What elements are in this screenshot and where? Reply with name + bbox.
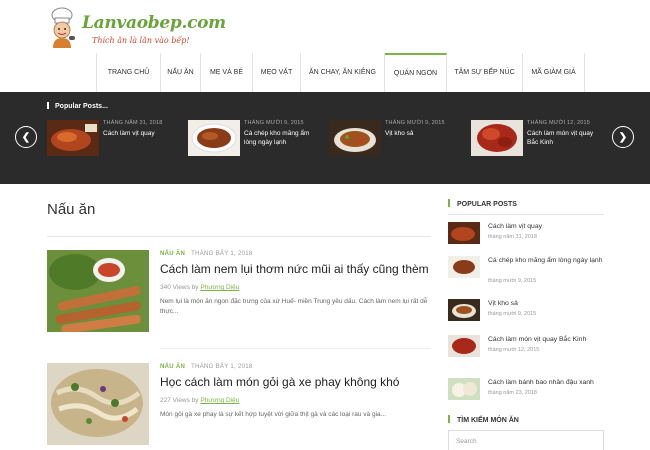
slide-title[interactable]: Cá chép kho măng ẩm lòng ngày lạnh bbox=[244, 129, 314, 147]
post-excerpt: Nem lụi là món ăn ngon đặc trưng của xứ … bbox=[160, 298, 428, 315]
post-category[interactable]: NẤU ĂN bbox=[160, 364, 185, 370]
post-by: by bbox=[191, 397, 199, 404]
sidebar-post-title[interactable]: Cách làm món vịt quay Bắc Kinh bbox=[488, 335, 604, 344]
slide-date: THÁNG MƯỜI 9, 2015 bbox=[385, 120, 445, 126]
slide-date: THÁNG MƯỜI 12, 2015 bbox=[527, 120, 591, 126]
site-title[interactable]: Lanvaobep.com bbox=[82, 13, 226, 33]
slide-title[interactable]: Cách làm món vịt quay Bắc Kinh bbox=[527, 129, 597, 147]
divider bbox=[448, 214, 604, 215]
site-tagline: Thích ăn là lăn vào bếp! bbox=[92, 36, 190, 45]
search-input[interactable] bbox=[448, 430, 604, 450]
nav-item-ma-giam-gia[interactable]: MÃ GIẢM GIÁ bbox=[523, 53, 585, 92]
slide-date: THÁNG MƯỜI 9, 2015 bbox=[244, 120, 304, 126]
post-stats: 227 Views by Phương Diệu bbox=[160, 397, 239, 404]
sidebar-post-item[interactable]: Cách làm vịt quay tháng năm 31, 2018 bbox=[448, 222, 604, 256]
nav-item-meo-vat[interactable]: MẸO VẶT bbox=[253, 53, 301, 92]
sidebar-post-date: tháng năm 31, 2018 bbox=[488, 234, 537, 240]
braised-fish-thumbnail[interactable] bbox=[448, 256, 480, 278]
search-heading: TÌM KIẾM MÓN ĂN bbox=[448, 415, 519, 424]
post-author[interactable]: Phương Diệu bbox=[200, 397, 239, 404]
sidebar-post-date: tháng năm 23, 2018 bbox=[488, 390, 537, 396]
sidebar-post-title[interactable]: Cách làm vịt quay bbox=[488, 222, 604, 231]
nav-item-an-chay[interactable]: ĂN CHAY, ĂN KIÊNG bbox=[301, 53, 385, 92]
post-excerpt: Món gỏi gà xe phay là sự kết hợp tuyệt v… bbox=[160, 411, 387, 418]
duck-lemongrass-thumbnail[interactable] bbox=[329, 120, 381, 156]
post-date: THÁNG BẢY 1, 2018 bbox=[191, 251, 253, 257]
popular-posts-slider: Popular Posts... ❮ ❯ THÁNG NĂM 31, 2018 … bbox=[0, 92, 650, 184]
chef-logo-icon[interactable] bbox=[47, 6, 77, 48]
braised-fish-thumbnail[interactable] bbox=[188, 120, 240, 156]
post-author[interactable]: Phương Diệu bbox=[200, 284, 239, 291]
main-nav: TRANG CHỦ NẤU ĂN MẸ VÀ BÉ MẸO VẶT ĂN CHA… bbox=[96, 53, 585, 92]
sidebar-post-title[interactable]: Vịt kho sả bbox=[488, 299, 604, 308]
steamed-bun-thumbnail[interactable] bbox=[448, 378, 480, 400]
sidebar-post-item[interactable]: Cá chép kho măng ẩm lòng ngày lạnh tháng… bbox=[448, 256, 604, 290]
nav-item-trang-chu[interactable]: TRANG CHỦ bbox=[97, 53, 161, 92]
slide-title[interactable]: Vịt kho sả bbox=[385, 129, 455, 138]
site-header: Lanvaobep.com Thích ăn là lăn vào bếp! bbox=[0, 0, 650, 52]
duck-lemongrass-thumbnail[interactable] bbox=[448, 299, 480, 321]
post-category[interactable]: NẤU ĂN bbox=[160, 251, 185, 257]
sidebar-post-date: tháng mười 9, 2015 bbox=[488, 278, 537, 284]
page-title: Nấu ăn bbox=[47, 201, 96, 218]
post-views: 227 Views bbox=[160, 397, 190, 404]
nav-item-nau-an[interactable]: NẤU ĂN bbox=[161, 53, 201, 92]
sidebar-post-item[interactable]: Vịt kho sả tháng mười 9, 2015 bbox=[448, 299, 604, 333]
post-meta: NẤU ĂN THÁNG BẢY 1, 2018 bbox=[160, 364, 253, 370]
chevron-right-icon[interactable]: ❯ bbox=[612, 126, 634, 148]
post-title[interactable]: Học cách làm món gỏi gà xe phay không kh… bbox=[160, 375, 399, 389]
post-views: 340 Views bbox=[160, 284, 190, 291]
sidebar-post-item[interactable]: Cách làm bánh bao nhân đậu xanh tháng nă… bbox=[448, 378, 604, 412]
peking-duck-thumbnail[interactable] bbox=[471, 120, 523, 156]
sidebar-post-item[interactable]: Cách làm món vịt quay Bắc Kinh tháng mườ… bbox=[448, 335, 604, 369]
nav-item-me-va-be[interactable]: MẸ VÀ BÉ bbox=[201, 53, 253, 92]
roast-duck-thumbnail[interactable] bbox=[448, 222, 480, 244]
sidebar-post-title[interactable]: Cá chép kho măng ẩm lòng ngày lạnh bbox=[488, 256, 604, 265]
sidebar-post-date: tháng mười 12, 2015 bbox=[488, 347, 540, 353]
sidebar-post-date: tháng mười 9, 2015 bbox=[488, 311, 537, 317]
post-by: by bbox=[191, 284, 199, 291]
nav-item-quan-ngon[interactable]: QUÁN NGON bbox=[385, 53, 447, 92]
sidebar-post-title[interactable]: Cách làm bánh bao nhân đậu xanh bbox=[488, 378, 604, 387]
post-meta: NẤU ĂN THÁNG BẢY 1, 2018 bbox=[160, 251, 253, 257]
divider bbox=[160, 348, 431, 349]
post-title[interactable]: Cách làm nem lụi thơm nức mũi ai thấy cũ… bbox=[160, 262, 429, 276]
slide-title[interactable]: Cách làm vịt quay bbox=[103, 129, 173, 138]
chevron-left-icon[interactable]: ❮ bbox=[15, 126, 37, 148]
slider-title: Popular Posts... bbox=[47, 102, 108, 110]
slide-date: THÁNG NĂM 31, 2018 bbox=[103, 120, 163, 126]
peking-duck-thumbnail[interactable] bbox=[448, 335, 480, 357]
popular-posts-heading: POPULAR POSTS bbox=[448, 199, 517, 208]
post-date: THÁNG BẢY 1, 2018 bbox=[191, 364, 253, 370]
nav-item-tam-su-bep-nuc[interactable]: TÂM SỰ BẾP NÚC bbox=[447, 53, 523, 92]
divider bbox=[47, 236, 431, 237]
roast-duck-thumbnail[interactable] bbox=[47, 120, 99, 156]
nem-lui-thumbnail[interactable] bbox=[47, 250, 149, 332]
post-stats: 340 Views by Phương Diệu bbox=[160, 284, 239, 291]
goi-ga-thumbnail[interactable] bbox=[47, 363, 149, 445]
